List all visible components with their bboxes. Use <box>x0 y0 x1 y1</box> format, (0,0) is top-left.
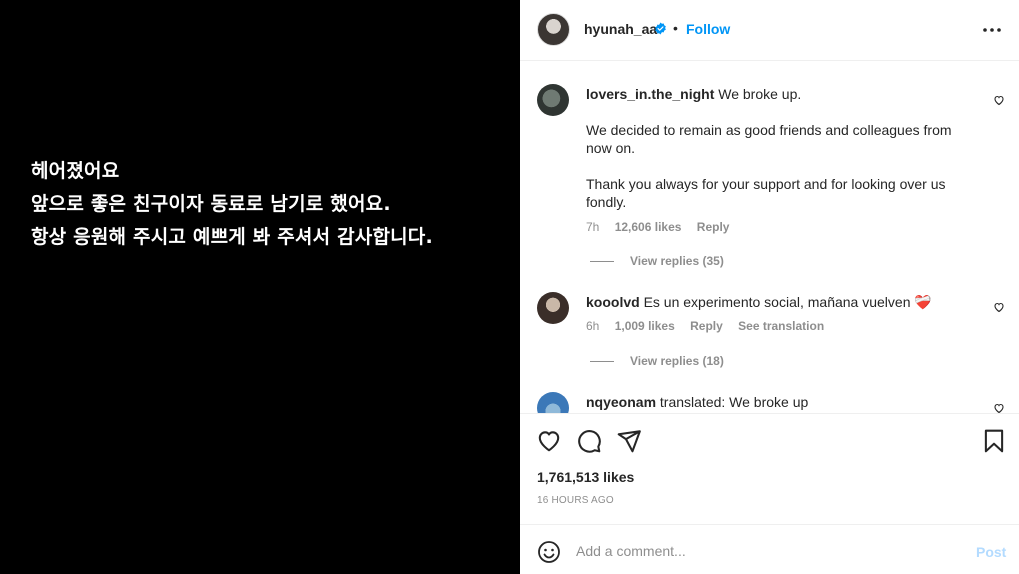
share-paper-plane-icon[interactable] <box>616 428 642 454</box>
comment-paragraph: We decided to remain as good friends and… <box>586 122 952 156</box>
add-comment-bar: Post <box>520 524 1019 574</box>
comment-like-heart-icon[interactable] <box>993 402 1005 413</box>
post-media[interactable]: 헤어졌어요 앞으로 좋은 친구이자 동료로 남기로 했어요. 항상 응원해 주시… <box>0 0 520 574</box>
view-replies-button[interactable]: View replies (18) <box>590 354 724 368</box>
comment-username[interactable]: nqyeonam <box>586 394 656 410</box>
commenter-avatar[interactable] <box>537 392 569 413</box>
comment-body: We broke up. <box>718 86 802 102</box>
save-bookmark-icon[interactable] <box>981 428 1007 454</box>
commenter-avatar[interactable] <box>537 84 569 116</box>
post-timestamp: 16 HOURS AGO <box>537 495 614 506</box>
broken-heart-emoji: ❤️‍🩹 <box>914 294 932 310</box>
comment-body: translated: We broke up <box>659 394 809 410</box>
post-likes-count[interactable]: 1,761,513 likes <box>537 469 634 485</box>
comment-text: lovers_in.the_night We broke up. We deci… <box>586 85 971 211</box>
caption-line: 항상 응원해 주시고 예쁘게 봐 주셔서 감사합니다. <box>31 226 433 248</box>
post-side-panel: hyunah_aa • Follow lovers_in.the_night W… <box>520 0 1019 574</box>
view-replies-label: View replies (18) <box>630 354 724 368</box>
comment-time[interactable]: 7h <box>586 220 599 234</box>
comment-text: kooolvd Es un experimento social, mañana… <box>586 293 971 311</box>
see-translation-button[interactable]: See translation <box>738 319 824 333</box>
author-username[interactable]: hyunah_aa <box>584 21 657 37</box>
emoji-smiley-icon[interactable] <box>537 540 561 564</box>
comment-username[interactable]: lovers_in.the_night <box>586 86 714 102</box>
follow-button[interactable]: Follow <box>686 21 730 37</box>
comment-meta: 7h 12,606 likes Reply <box>586 220 741 234</box>
media-caption: 헤어졌어요 앞으로 좋은 친구이자 동료로 남기로 했어요. 항상 응원해 주시… <box>31 155 433 254</box>
verified-badge-icon <box>655 22 666 35</box>
comment-like-heart-icon[interactable] <box>993 301 1005 313</box>
view-replies-button[interactable]: View replies (35) <box>590 254 724 268</box>
comment-username[interactable]: kooolvd <box>586 294 640 310</box>
comment-likes[interactable]: 12,606 likes <box>615 220 682 234</box>
replies-divider-line <box>590 361 614 363</box>
caption-line: 앞으로 좋은 친구이자 동료로 남기로 했어요. <box>31 193 391 215</box>
comment-input[interactable] <box>576 539 956 563</box>
comment-like-heart-icon[interactable] <box>993 94 1005 106</box>
comment-paragraph: Thank you always for your support and fo… <box>586 176 946 210</box>
reply-button[interactable]: Reply <box>697 220 730 234</box>
post-actions-bar: 1,761,513 likes 16 HOURS AGO <box>520 413 1019 524</box>
author-avatar[interactable] <box>537 13 570 46</box>
separator-dot: • <box>673 20 678 36</box>
like-heart-icon[interactable] <box>536 428 562 454</box>
comment-text: nqyeonam translated: We broke up <box>586 393 971 411</box>
comments-list[interactable]: lovers_in.the_night We broke up. We deci… <box>520 61 1019 413</box>
comment-likes[interactable]: 1,009 likes <box>615 319 675 333</box>
replies-divider-line <box>590 261 614 263</box>
comment-meta: 6h 1,009 likes Reply See translation <box>586 319 836 333</box>
commenter-avatar[interactable] <box>537 292 569 324</box>
view-replies-label: View replies (35) <box>630 254 724 268</box>
comment-body: Es un experimento social, mañana vuelven <box>643 294 911 310</box>
post-comment-button[interactable]: Post <box>976 544 1006 560</box>
more-options-icon[interactable] <box>982 22 1002 38</box>
comment-bubble-icon[interactable] <box>576 428 602 454</box>
post-header: hyunah_aa • Follow <box>520 0 1019 61</box>
comment-time[interactable]: 6h <box>586 319 599 333</box>
reply-button[interactable]: Reply <box>690 319 723 333</box>
caption-line: 헤어졌어요 <box>31 160 120 182</box>
